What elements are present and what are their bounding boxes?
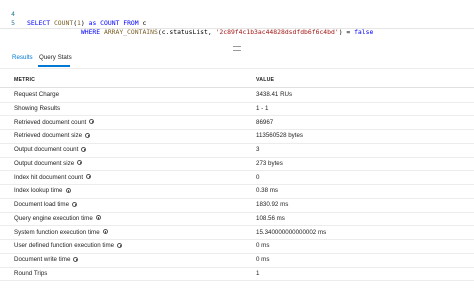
metric-cell: System function execution time bbox=[14, 229, 108, 237]
metric-cell: Index hit document count bbox=[14, 173, 92, 182]
tab-results[interactable]: Results bbox=[12, 54, 33, 62]
code-token: ) bbox=[80, 19, 89, 27]
code-token: c bbox=[142, 19, 147, 27]
stats-row: Round Trips 1 bbox=[0, 267, 474, 282]
value-cell: 1830.92 ms bbox=[256, 201, 289, 208]
info-icon[interactable] bbox=[85, 132, 91, 138]
info-icon[interactable] bbox=[73, 256, 79, 262]
metric-cell: Index lookup time bbox=[14, 187, 71, 195]
metric-cell: Request Charge bbox=[14, 91, 59, 99]
metric-cell: Query engine execution time bbox=[14, 215, 101, 223]
info-icon[interactable] bbox=[95, 215, 101, 221]
code-line[interactable]: 4 SELECT COUNT(1) as COUNT FROM c bbox=[0, 1, 474, 27]
value-cell: 273 bytes bbox=[256, 159, 283, 167]
metric-cell: Output document size bbox=[14, 159, 83, 168]
info-icon[interactable] bbox=[86, 174, 92, 179]
value-cell: 0.38 ms bbox=[256, 187, 279, 195]
stats-row: Query engine execution time 108.56 ms bbox=[0, 212, 474, 227]
metric-label: Index lookup time bbox=[14, 187, 63, 195]
query-editor[interactable]: 4 SELECT COUNT(1) as COUNT FROM c 5 WHER… bbox=[0, 0, 474, 36]
metric-cell: Retrieved document size bbox=[14, 132, 91, 140]
metric-label: Request Charge bbox=[14, 91, 60, 98]
metric-label: Output document count bbox=[14, 146, 79, 153]
code-token: as COUNT FROM bbox=[88, 19, 143, 27]
value-cell: 108.56 ms bbox=[256, 214, 285, 222]
info-icon[interactable] bbox=[102, 229, 108, 234]
metric-label: Document write time bbox=[14, 256, 71, 263]
value-cell: 0 bbox=[256, 173, 260, 181]
metric-cell: Retrieved document count bbox=[14, 118, 95, 127]
value-cell: 15.340000000000002 ms bbox=[256, 228, 327, 236]
stats-row: Output document count 3 bbox=[0, 143, 474, 158]
metric-label: Output document size bbox=[14, 159, 75, 167]
stats-row: Request Charge 3438.41 RUs bbox=[0, 88, 474, 103]
info-icon[interactable] bbox=[117, 242, 123, 248]
code-text[interactable]: SELECT COUNT(1) as COUNT FROM c bbox=[27, 19, 146, 28]
metric-label: System function execution time bbox=[14, 228, 100, 236]
info-icon[interactable] bbox=[89, 119, 95, 124]
stats-row: User defined function execution time 0 ms bbox=[0, 239, 474, 254]
results-tab-bar: Results Query Stats bbox=[0, 50, 474, 69]
stats-row: Index lookup time 0.38 ms bbox=[0, 184, 474, 199]
metric-cell: User defined function execution time bbox=[14, 242, 123, 250]
stats-row: Retrieved document count 86967 bbox=[0, 116, 474, 131]
metric-label: Index hit document count bbox=[14, 173, 84, 181]
info-icon[interactable] bbox=[72, 201, 78, 207]
tab-query-stats[interactable]: Query Stats bbox=[39, 54, 72, 62]
stats-row: Document load time 1830.92 ms bbox=[0, 198, 474, 213]
value-cell: 86967 bbox=[256, 118, 274, 126]
info-icon[interactable] bbox=[81, 146, 87, 152]
metric-label: User defined function execution time bbox=[14, 242, 115, 250]
value-cell: 3 bbox=[256, 146, 260, 153]
line-number: 5 bbox=[11, 19, 15, 27]
metric-cell: Output document count bbox=[14, 146, 87, 154]
column-header-value: VALUE bbox=[256, 77, 275, 83]
stats-row: Output document size 273 bytes bbox=[0, 157, 474, 172]
metric-cell: Document write time bbox=[14, 256, 79, 264]
pane-splitter[interactable] bbox=[0, 28, 474, 51]
info-icon[interactable] bbox=[77, 160, 83, 166]
stats-row: Index hit document count 0 bbox=[0, 171, 474, 186]
code-token: SELECT bbox=[27, 19, 54, 27]
active-tab-indicator bbox=[38, 65, 70, 67]
code-line[interactable]: 5 WHERE ARRAY_CONTAINS(c.statusList, '2c… bbox=[0, 10, 474, 36]
value-cell: 1 - 1 bbox=[256, 104, 269, 112]
info-icon[interactable] bbox=[65, 187, 71, 193]
stats-row: Showing Results 1 - 1 bbox=[0, 102, 474, 117]
metric-label: Retrieved document count bbox=[14, 118, 87, 126]
metric-label: Query engine execution time bbox=[14, 214, 93, 222]
value-cell: 0 ms bbox=[256, 242, 270, 250]
metric-label: Round Trips bbox=[14, 269, 48, 277]
metric-cell: Round Trips bbox=[14, 270, 47, 278]
value-cell: 3438.41 RUs bbox=[256, 91, 293, 98]
column-header-metric: METRIC bbox=[14, 77, 36, 83]
metric-label: Showing Results bbox=[14, 104, 61, 112]
stats-row: System function execution time 15.3400000… bbox=[0, 226, 474, 241]
stats-row: Document write time 0 ms bbox=[0, 253, 474, 268]
stats-table-header: METRIC VALUE bbox=[0, 73, 474, 88]
value-cell: 113560528 bytes bbox=[256, 132, 304, 140]
metric-cell: Showing Results bbox=[14, 105, 60, 113]
stats-row: Retrieved document size 113560528 bytes bbox=[0, 129, 474, 144]
metric-cell: Document load time bbox=[14, 201, 78, 209]
value-cell: 1 bbox=[256, 269, 260, 277]
metric-label: Retrieved document size bbox=[14, 132, 83, 140]
metric-label: Document load time bbox=[14, 201, 70, 208]
value-cell: 0 ms bbox=[256, 256, 270, 263]
code-token: COUNT bbox=[53, 19, 74, 27]
